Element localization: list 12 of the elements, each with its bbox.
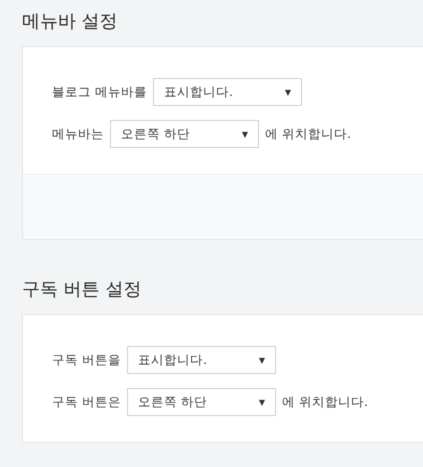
setting-label: 메뉴바는 bbox=[52, 126, 104, 142]
dropdown[interactable]: 오른쪽 하단 ▼ bbox=[110, 120, 259, 148]
dropdown[interactable]: 표시합니다. ▼ bbox=[152, 78, 302, 106]
dropdown[interactable]: 표시합니다. ▼ bbox=[126, 346, 276, 374]
setting-label: 에 위치합니다. bbox=[282, 394, 368, 410]
setting-label: 에 위치합니다. bbox=[265, 126, 351, 142]
section-title: 구독 버튼 설정 bbox=[22, 278, 142, 302]
section-title: 메뉴바 설정 bbox=[22, 10, 119, 34]
dropdown[interactable]: 오른쪽 하단 ▼ bbox=[126, 388, 276, 416]
setting-label: 블로그 메뉴바를 bbox=[52, 84, 147, 100]
setting-label: 구독 버튼을 bbox=[52, 352, 121, 368]
setting-label: 구독 버튼은 bbox=[52, 394, 121, 410]
